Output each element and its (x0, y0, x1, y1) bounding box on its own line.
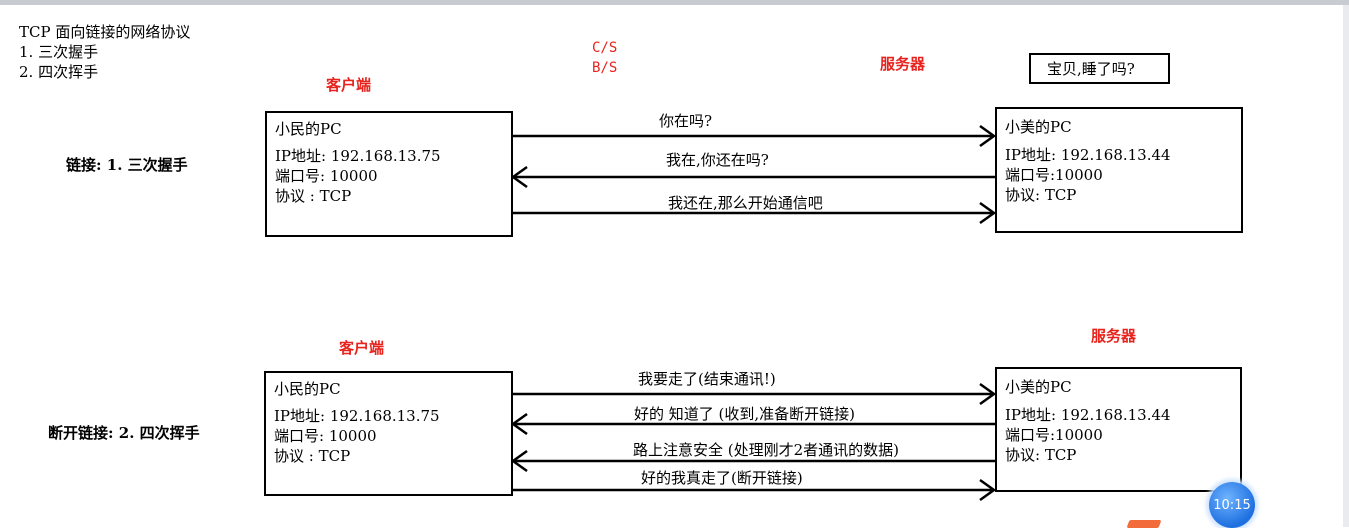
clock-time: 10:15 (1213, 497, 1251, 513)
clock-widget[interactable]: 10:15 (1209, 482, 1255, 528)
message-arrows (510, 124, 997, 502)
